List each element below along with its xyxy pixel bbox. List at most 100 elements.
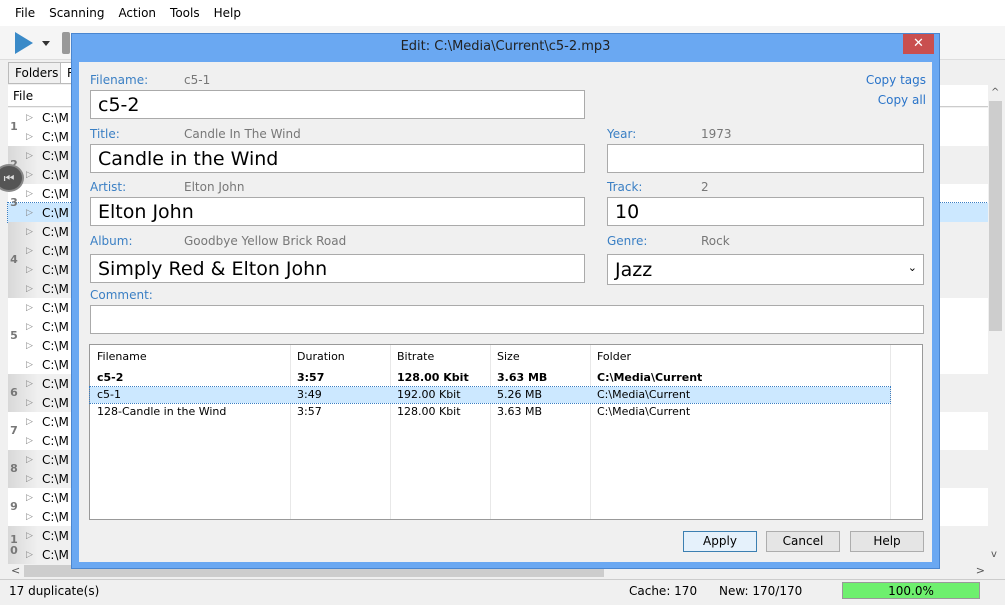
menu-scanning[interactable]: Scanning [49, 6, 104, 20]
expand-icon[interactable]: ▷ [26, 322, 42, 332]
file-path: C:\M [42, 224, 69, 239]
menu-file[interactable]: File [15, 6, 35, 20]
copy-tags-link[interactable]: Copy tags [866, 73, 926, 87]
year-input[interactable] [607, 144, 924, 173]
scroll-up-icon[interactable]: ^ [991, 87, 999, 98]
file-path: C:\M [42, 262, 69, 277]
expand-icon[interactable]: ▷ [26, 493, 42, 503]
expand-icon[interactable]: ▷ [26, 474, 42, 484]
track-input[interactable]: 10 [607, 197, 924, 226]
expand-icon[interactable]: ▷ [26, 284, 42, 294]
filename-input[interactable]: c5-2 [90, 90, 585, 119]
table-cell: 3:57 [297, 371, 325, 384]
progress-label: 100.0% [888, 584, 934, 598]
table-cell: 128-Candle in the Wind [97, 405, 227, 418]
dropdown-icon[interactable] [42, 41, 50, 46]
genre-label: Genre: [607, 234, 648, 248]
table-row[interactable]: 128-Candle in the Wind 3:57 128.00 Kbit 3.6… [90, 404, 922, 420]
expand-icon[interactable]: ▷ [26, 246, 42, 256]
genre-value: Jazz [615, 258, 653, 281]
filename-original: c5-1 [184, 73, 211, 87]
scroll-thumb[interactable] [989, 101, 1002, 331]
col-duration[interactable]: Duration [297, 349, 345, 365]
file-path: C:\M [42, 376, 69, 391]
expand-icon[interactable]: ▷ [26, 360, 42, 370]
album-input[interactable]: Simply Red & Elton John [90, 254, 585, 283]
group-number: 3 [10, 196, 18, 209]
help-button[interactable]: Help [850, 531, 924, 552]
menu-help[interactable]: Help [214, 6, 241, 20]
table-row[interactable]: c5-2 3:57 128.00 Kbit 3.63 MB C:\Media\Curre… [90, 370, 922, 386]
file-path: C:\M [42, 433, 69, 448]
album-label: Album: [90, 234, 133, 248]
expand-icon[interactable]: ▷ [26, 227, 42, 237]
file-path: C:\M [42, 110, 69, 125]
stop-icon[interactable] [62, 32, 70, 54]
vertical-scrollbar[interactable]: ^ v [988, 85, 1003, 562]
file-path: C:\M [42, 129, 69, 144]
duplicates-count: 17 duplicate(s) [9, 583, 100, 598]
expand-icon[interactable]: ▷ [26, 132, 42, 142]
track-original: 2 [701, 180, 709, 194]
expand-icon[interactable]: ▷ [26, 550, 42, 560]
title-input[interactable]: Candle in the Wind [90, 144, 585, 173]
comment-input[interactable] [90, 305, 924, 334]
play-icon[interactable] [15, 32, 33, 54]
album-original: Goodbye Yellow Brick Road [184, 234, 347, 248]
expand-icon[interactable]: ▷ [26, 265, 42, 275]
table-cell: 3:57 [297, 405, 322, 418]
col-folder[interactable]: Folder [597, 349, 631, 365]
artist-label: Artist: [90, 180, 127, 194]
track-label: Track: [607, 180, 643, 194]
title-label: Title: [90, 127, 120, 141]
expand-icon[interactable]: ▷ [26, 531, 42, 541]
expand-icon[interactable]: ▷ [26, 455, 42, 465]
file-path: C:\M [42, 281, 69, 296]
expand-icon[interactable]: ▷ [26, 379, 42, 389]
table-cell: c5-2 [97, 371, 124, 384]
expand-icon[interactable]: ▷ [26, 398, 42, 408]
group-number: 9 [10, 500, 18, 513]
table-row[interactable]: c5-1 3:49 192.00 Kbit 5.26 MB C:\Media\Curre… [89, 386, 891, 404]
expand-icon[interactable]: ▷ [26, 113, 42, 123]
close-icon[interactable]: ✕ [903, 34, 934, 54]
table-cell: C:\Media\Current [597, 371, 703, 384]
expand-icon[interactable]: ▷ [26, 341, 42, 351]
col-bitrate[interactable]: Bitrate [397, 349, 434, 365]
group-number: 10 [10, 533, 18, 557]
tab-folders[interactable]: Folders [8, 62, 66, 84]
expand-icon[interactable]: ▷ [26, 417, 42, 427]
artist-input[interactable]: Elton John [90, 197, 585, 226]
group-number: 7 [10, 424, 18, 437]
file-path: C:\M [42, 319, 69, 334]
expand-icon[interactable]: ▷ [26, 189, 42, 199]
cancel-button[interactable]: Cancel [766, 531, 840, 552]
copy-all-link[interactable]: Copy all [878, 93, 926, 107]
genre-select[interactable]: Jazz ⌄ [607, 254, 924, 285]
expand-icon[interactable]: ▷ [26, 151, 42, 161]
file-path: C:\M [42, 338, 69, 353]
col-size[interactable]: Size [497, 349, 520, 365]
chevron-down-icon: ⌄ [907, 261, 917, 274]
expand-icon[interactable]: ▷ [26, 436, 42, 446]
apply-button[interactable]: Apply [683, 531, 757, 552]
expand-icon[interactable]: ▷ [26, 303, 42, 313]
file-path: C:\M [42, 300, 69, 315]
expand-icon[interactable]: ▷ [26, 512, 42, 522]
file-path: C:\M [42, 471, 69, 486]
expand-icon[interactable]: ▷ [26, 170, 42, 180]
menu-action[interactable]: Action [118, 6, 156, 20]
file-path: C:\M [42, 357, 69, 372]
menu-tools[interactable]: Tools [170, 6, 200, 20]
expand-icon[interactable]: ▷ [26, 208, 42, 218]
status-bar: 17 duplicate(s) Cache: 170 New: 170/170 … [0, 579, 1005, 601]
progress-bar: 100.0% [842, 582, 980, 599]
scroll-down-icon[interactable]: v [991, 549, 997, 560]
file-path: C:\M [42, 186, 69, 201]
table-cell: 192.00 Kbit [397, 388, 461, 401]
dialog-body: Copy tags Copy all Filename: c5-1 c5-2 T… [79, 62, 932, 562]
col-filename[interactable]: Filename [97, 349, 147, 365]
table-cell: 5.26 MB [497, 388, 543, 401]
scroll-left-icon[interactable]: < [11, 564, 20, 577]
scroll-right-icon[interactable]: > [976, 564, 985, 577]
